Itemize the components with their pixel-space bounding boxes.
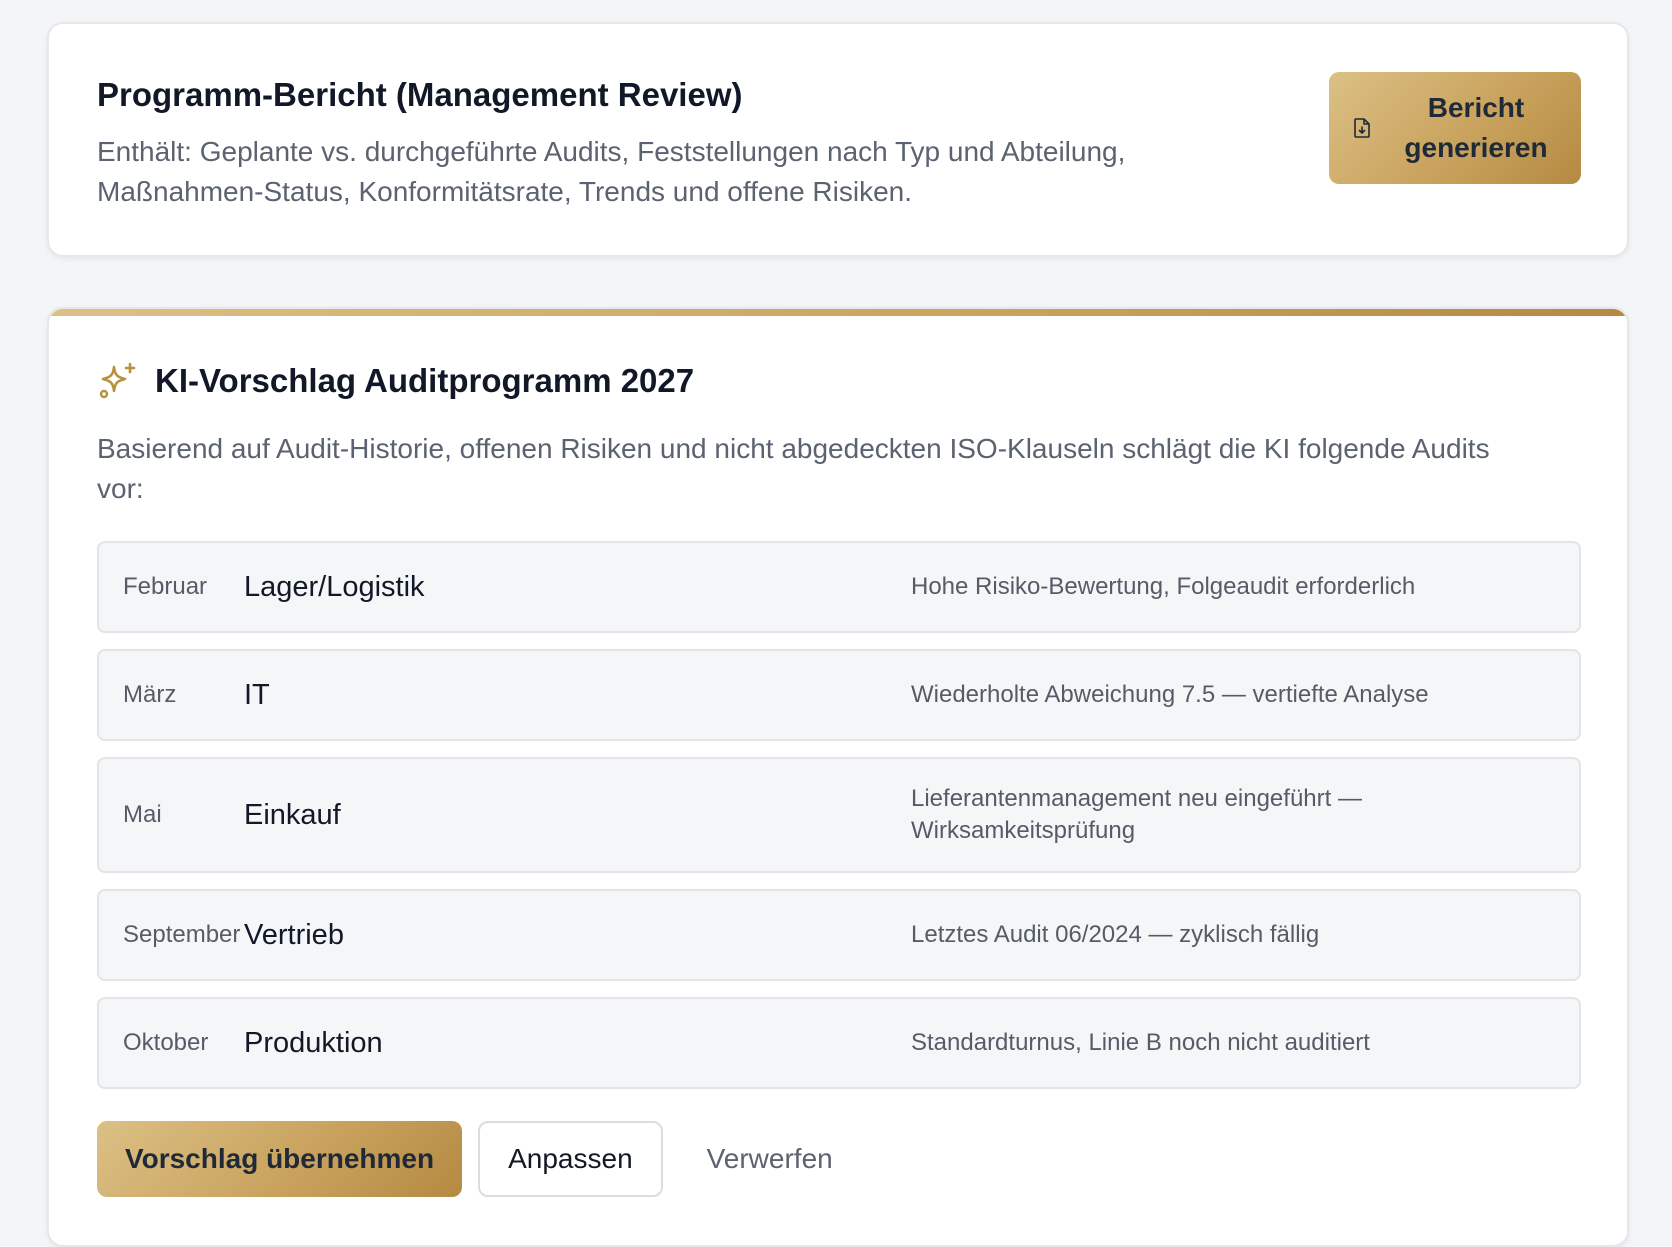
proposal-department: Einkauf (244, 798, 341, 831)
proposal-department: Vertrieb (244, 918, 344, 951)
proposal-department: IT (244, 678, 270, 711)
proposal-reason: Lieferantenmanagement neu eingeführt — W… (911, 785, 1362, 844)
file-download-icon (1354, 118, 1370, 138)
ai-proposal-description: Basierend auf Audit-Historie, offenen Ri… (97, 433, 1490, 504)
proposal-actions: Vorschlag übernehmen Anpassen Verwerfen (97, 1121, 861, 1197)
proposal-department: Produktion (244, 1026, 383, 1059)
proposal-item: März IT Wiederholte Abweichung 7.5 — ver… (97, 649, 1581, 741)
sparkles-icon (99, 362, 136, 399)
accent-bar (49, 309, 1627, 316)
accept-proposal-button[interactable]: Vorschlag übernehmen (97, 1121, 463, 1197)
generate-report-button[interactable]: Bericht generieren (1329, 72, 1581, 184)
proposal-month: März (123, 681, 177, 708)
report-description: Enthält: Geplante vs. durchgeführte Audi… (97, 136, 1126, 207)
proposal-item: Mai Einkauf Lieferantenmanagement neu ei… (97, 757, 1581, 873)
proposal-month: September (123, 921, 241, 948)
report-card: Programm-Bericht (Management Review) Ent… (47, 22, 1629, 257)
proposal-reason: Standardturnus, Linie B noch nicht audit… (911, 1029, 1370, 1056)
generate-report-label: Bericht generieren (1404, 92, 1548, 163)
proposal-month: Mai (123, 801, 162, 828)
proposal-reason: Wiederholte Abweichung 7.5 — vertiefte A… (911, 681, 1429, 708)
proposal-item: September Vertrieb Letztes Audit 06/2024… (97, 889, 1581, 981)
report-title: Programm-Bericht (Management Review) (97, 76, 743, 113)
ai-proposal-card: KI-Vorschlag Auditprogramm 2027 Basieren… (47, 307, 1629, 1247)
proposal-item: Oktober Produktion Standardturnus, Linie… (97, 997, 1581, 1089)
adjust-proposal-button[interactable]: Anpassen (478, 1121, 663, 1197)
proposal-reason: Letztes Audit 06/2024 — zyklisch fällig (911, 921, 1320, 948)
proposal-item: Februar Lager/Logistik Hohe Risiko-Bewer… (97, 541, 1581, 633)
proposal-month: Oktober (123, 1029, 209, 1056)
discard-proposal-button[interactable]: Verwerfen (679, 1121, 861, 1197)
proposal-department: Lager/Logistik (244, 570, 425, 603)
ai-proposal-title: KI-Vorschlag Auditprogramm 2027 (155, 362, 695, 399)
ai-proposal-header: KI-Vorschlag Auditprogramm 2027 (97, 361, 694, 401)
proposal-list: Februar Lager/Logistik Hohe Risiko-Bewer… (97, 541, 1581, 1105)
proposal-month: Februar (123, 573, 208, 600)
proposal-reason: Hohe Risiko-Bewertung, Folgeaudit erford… (911, 573, 1416, 600)
